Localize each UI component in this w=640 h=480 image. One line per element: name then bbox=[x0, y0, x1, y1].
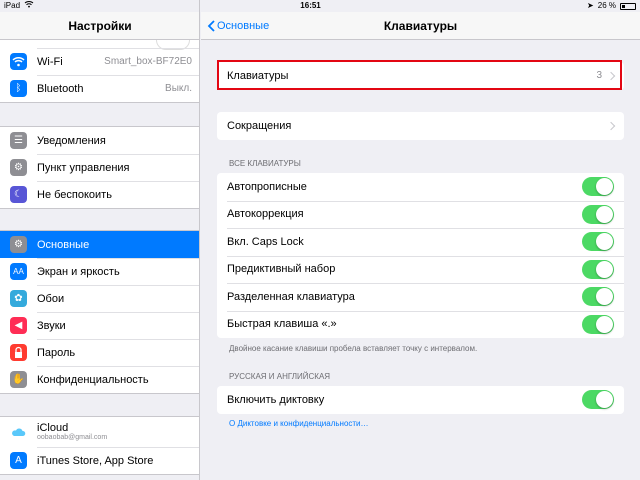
sounds-icon: ◀ bbox=[10, 317, 27, 334]
control-center-icon: ⚙ bbox=[10, 159, 27, 176]
sidebar-title: Настройки bbox=[0, 12, 199, 40]
status-bar: iPad 16:51 ➤ 26 % bbox=[0, 0, 640, 12]
nav-bar: Основные Клавиатуры bbox=[201, 12, 640, 40]
hand-icon: ✋ bbox=[10, 371, 27, 388]
auto-correction-row: Автокоррекция bbox=[217, 200, 624, 229]
battery-icon bbox=[619, 2, 636, 10]
predictive-toggle[interactable] bbox=[582, 259, 614, 279]
row-label: Разделенная клавиатура bbox=[227, 290, 355, 303]
sidebar-item-sounds[interactable]: ◀ Звуки bbox=[0, 312, 199, 339]
sidebar-item-wifi[interactable]: Wi-Fi Smart_box-BF72E0 bbox=[0, 48, 199, 75]
all-keyboards-group: Автопрописные Автокоррекция Вкл. Caps Lo… bbox=[217, 173, 624, 338]
sidebar-item-label: Основные bbox=[37, 238, 90, 251]
sidebar-item-do-not-disturb[interactable]: ☾ Не беспокоить bbox=[0, 181, 199, 208]
ru-en-header: РУССКАЯ И АНГЛИЙСКАЯ bbox=[229, 372, 331, 381]
caps-lock-row: Вкл. Caps Lock bbox=[217, 228, 624, 256]
status-time: 16:51 bbox=[300, 1, 321, 10]
sidebar-item-label: Конфиденциальность bbox=[37, 373, 149, 386]
highlight-frame bbox=[217, 60, 622, 90]
dictation-toggle[interactable] bbox=[582, 390, 614, 409]
split-keyboard-row: Разделенная клавиатура bbox=[217, 283, 624, 311]
battery-percent: 26 % bbox=[597, 1, 616, 10]
all-keyboards-header: ВСЕ КЛАВИАТУРЫ bbox=[229, 159, 301, 168]
auto-capitalization-row: Автопрописные bbox=[217, 173, 624, 201]
sidebar-item-passcode[interactable]: Пароль bbox=[0, 339, 199, 366]
moon-icon: ☾ bbox=[10, 186, 27, 203]
sidebar-item-label: Пункт управления bbox=[37, 161, 130, 174]
row-label: Быстрая клавиша «.» bbox=[227, 318, 337, 331]
sidebar-item-control-center[interactable]: ⚙ Пункт управления bbox=[0, 154, 199, 181]
sidebar-item-label: iCloud bbox=[37, 422, 69, 434]
sidebar-item-label: Wi-Fi bbox=[37, 55, 63, 68]
shortcuts-group: Сокращения bbox=[217, 112, 624, 140]
period-shortcut-toggle[interactable] bbox=[582, 314, 614, 334]
dictation-group: Включить диктовку bbox=[217, 386, 624, 414]
period-shortcut-row: Быстрая клавиша «.» bbox=[217, 310, 624, 339]
sidebar-group-notifications: ☰ Уведомления ⚙ Пункт управления ☾ Не бе… bbox=[0, 126, 199, 209]
back-button[interactable]: Основные bbox=[207, 12, 269, 40]
chevron-left-icon bbox=[207, 20, 215, 32]
row-label: Вкл. Caps Lock bbox=[227, 235, 304, 248]
sidebar-group-accounts: iCloud oobaobab@gmail.com A iTunes Store… bbox=[0, 416, 199, 475]
wifi-network-value: Smart_box-BF72E0 bbox=[104, 56, 192, 67]
sidebar-item-label: Обои bbox=[37, 292, 65, 305]
main-pane: Основные Клавиатуры Клавиатуры 3 Сокраще… bbox=[201, 0, 640, 480]
sidebar-item-label: iTunes Store, App Store bbox=[37, 454, 154, 467]
sidebar-group-network: Wi-Fi Smart_box-BF72E0 ᛒ Bluetooth Выкл. bbox=[0, 30, 199, 103]
sidebar-item-label: Не беспокоить bbox=[37, 188, 112, 201]
bluetooth-value: Выкл. bbox=[165, 83, 192, 94]
sidebar-group-general: ⚙ Основные AA Экран и яркость ✿ Обои ◀ З… bbox=[0, 230, 199, 394]
shortcuts-row[interactable]: Сокращения bbox=[217, 112, 624, 140]
caps-lock-toggle[interactable] bbox=[582, 232, 614, 251]
back-label: Основные bbox=[217, 20, 270, 32]
sidebar-item-label: Уведомления bbox=[37, 134, 106, 147]
sidebar-item-display[interactable]: AA Экран и яркость bbox=[0, 258, 199, 285]
wallpaper-icon: ✿ bbox=[10, 290, 27, 307]
sidebar-item-label: Bluetooth bbox=[37, 82, 84, 95]
notifications-icon: ☰ bbox=[10, 132, 27, 149]
wifi-signal-icon bbox=[24, 0, 34, 12]
bluetooth-icon: ᛒ bbox=[10, 80, 27, 97]
sidebar-item-wallpaper[interactable]: ✿ Обои bbox=[0, 285, 199, 312]
gear-icon: ⚙ bbox=[10, 236, 27, 253]
sidebar-item-icloud[interactable]: iCloud oobaobab@gmail.com bbox=[0, 417, 199, 447]
sidebar-item-label: Экран и яркость bbox=[37, 265, 120, 278]
wifi-icon bbox=[10, 53, 27, 70]
split-keyboard-toggle[interactable] bbox=[582, 287, 614, 306]
sidebar-item-label: Звуки bbox=[37, 319, 66, 332]
row-label: Предиктивный набор bbox=[227, 263, 336, 276]
chevron-right-icon bbox=[606, 121, 616, 130]
sidebar-item-general[interactable]: ⚙ Основные bbox=[0, 231, 199, 258]
sidebar-item-itunes[interactable]: A iTunes Store, App Store bbox=[0, 447, 199, 474]
row-label: Включить диктовку bbox=[227, 393, 325, 406]
sidebar: Настройки Wi-Fi Smart_box-BF72E0 ᛒ Bluet… bbox=[0, 0, 200, 480]
dictation-row: Включить диктовку bbox=[217, 386, 624, 414]
row-label: Автопрописные bbox=[227, 180, 307, 193]
lock-icon bbox=[10, 344, 27, 361]
location-arrow-icon: ➤ bbox=[587, 1, 594, 10]
row-label: Автокоррекция bbox=[227, 208, 304, 221]
dictation-privacy-link[interactable]: О Диктовке и конфиденциальности… bbox=[229, 419, 369, 428]
toggles-footer: Двойное касание клавиши пробела вставляе… bbox=[229, 344, 478, 353]
icloud-icon bbox=[10, 423, 27, 441]
predictive-row: Предиктивный набор bbox=[217, 255, 624, 284]
sidebar-item-bluetooth[interactable]: ᛒ Bluetooth Выкл. bbox=[0, 75, 199, 102]
app-store-icon: A bbox=[10, 452, 27, 469]
brightness-icon: AA bbox=[10, 263, 27, 280]
sidebar-item-privacy[interactable]: ✋ Конфиденциальность bbox=[0, 366, 199, 393]
auto-capitalization-toggle[interactable] bbox=[582, 177, 614, 196]
sidebar-item-label: Пароль bbox=[37, 346, 76, 359]
auto-correction-toggle[interactable] bbox=[582, 204, 614, 224]
row-label: Сокращения bbox=[227, 119, 292, 132]
device-label: iPad bbox=[4, 1, 21, 10]
icloud-email: oobaobab@gmail.com bbox=[37, 434, 108, 441]
sidebar-item-notifications[interactable]: ☰ Уведомления bbox=[0, 127, 199, 154]
